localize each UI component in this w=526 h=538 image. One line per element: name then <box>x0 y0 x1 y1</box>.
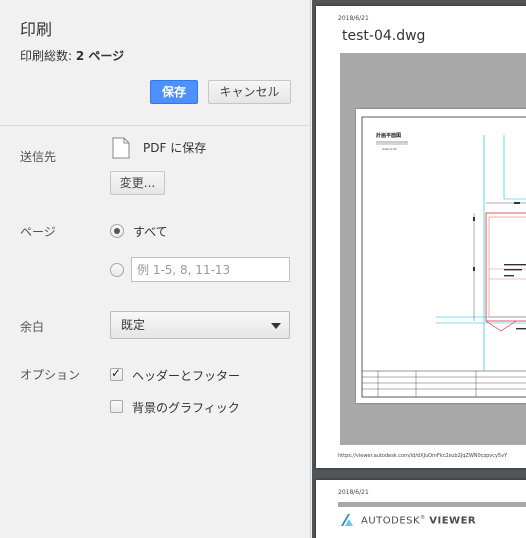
headers-footers-checkbox[interactable] <box>110 366 123 381</box>
page1-date: 2018/6/21 <box>338 15 369 22</box>
page1-document-title: test-04.dwg <box>342 28 426 44</box>
save-button[interactable]: 保存 <box>150 80 198 104</box>
logo-text-autodesk: AUTODESK <box>361 515 421 527</box>
page2-viewport-top <box>338 502 526 507</box>
pages-custom-radio[interactable] <box>110 263 124 277</box>
pages-custom-input[interactable] <box>131 257 290 282</box>
change-destination-button[interactable]: 変更... <box>110 171 165 195</box>
margins-label: 余白 <box>20 320 45 334</box>
background-graphics-label: 背景のグラフィック <box>132 401 240 415</box>
destination-label: 送信先 <box>20 150 57 164</box>
dialog-title: 印刷 <box>20 20 53 39</box>
autodesk-viewer-logo-text: AUTODESK® VIEWER <box>361 515 477 527</box>
preview-page-2: 2018/6/21 AUTODESK® VIEWER <box>316 480 526 538</box>
options-label: オプション <box>20 368 81 382</box>
cancel-button[interactable]: キャンセル <box>208 80 291 104</box>
pages-all-radio[interactable] <box>110 224 124 238</box>
margins-selected-value: 既定 <box>121 318 146 332</box>
cad-drawing: Scale=1:50 <box>361 116 526 398</box>
print-settings-panel: 印刷 印刷総数: 2 ページ 保存 キャンセル 送信先 PDF に保存 変更..… <box>0 0 311 538</box>
drawing-title: 計画平面図 <box>376 133 402 139</box>
page-count-label: 印刷総数: <box>20 49 73 63</box>
margins-select[interactable]: 既定 <box>110 311 290 339</box>
drawing-viewport: Scale=1:50 計画平面図 <box>340 53 526 445</box>
drawing-sheet: Scale=1:50 計画平面図 <box>356 109 526 403</box>
pages-all-label: すべて <box>133 225 168 239</box>
page1-url: https://viewer.autodesk.com/id/dXJuOmFkc… <box>338 453 508 459</box>
page-count-summary: 印刷総数: 2 ページ <box>20 47 124 64</box>
pages-label: ページ <box>20 225 56 239</box>
svg-text:Scale=1:50: Scale=1:50 <box>382 147 397 151</box>
destination-value: PDF に保存 <box>143 141 207 155</box>
print-header: 印刷 印刷総数: 2 ページ 保存 キャンセル <box>0 0 311 126</box>
headers-footers-label: ヘッダーとフッター <box>132 369 241 383</box>
page2-date: 2018/6/21 <box>338 489 369 496</box>
page-count-value: 2 ページ <box>75 49 125 63</box>
pdf-file-icon <box>112 137 130 159</box>
chevron-down-icon <box>271 323 281 329</box>
logo-text-viewer: VIEWER <box>429 515 477 527</box>
print-preview[interactable]: 2018/6/21 test-04.dwg Scale=1:50 計画平面図 h… <box>312 0 526 538</box>
preview-page-1: 2018/6/21 test-04.dwg Scale=1:50 計画平面図 h… <box>316 6 526 468</box>
autodesk-logo-icon <box>341 514 353 526</box>
background-graphics-checkbox[interactable] <box>110 400 123 413</box>
